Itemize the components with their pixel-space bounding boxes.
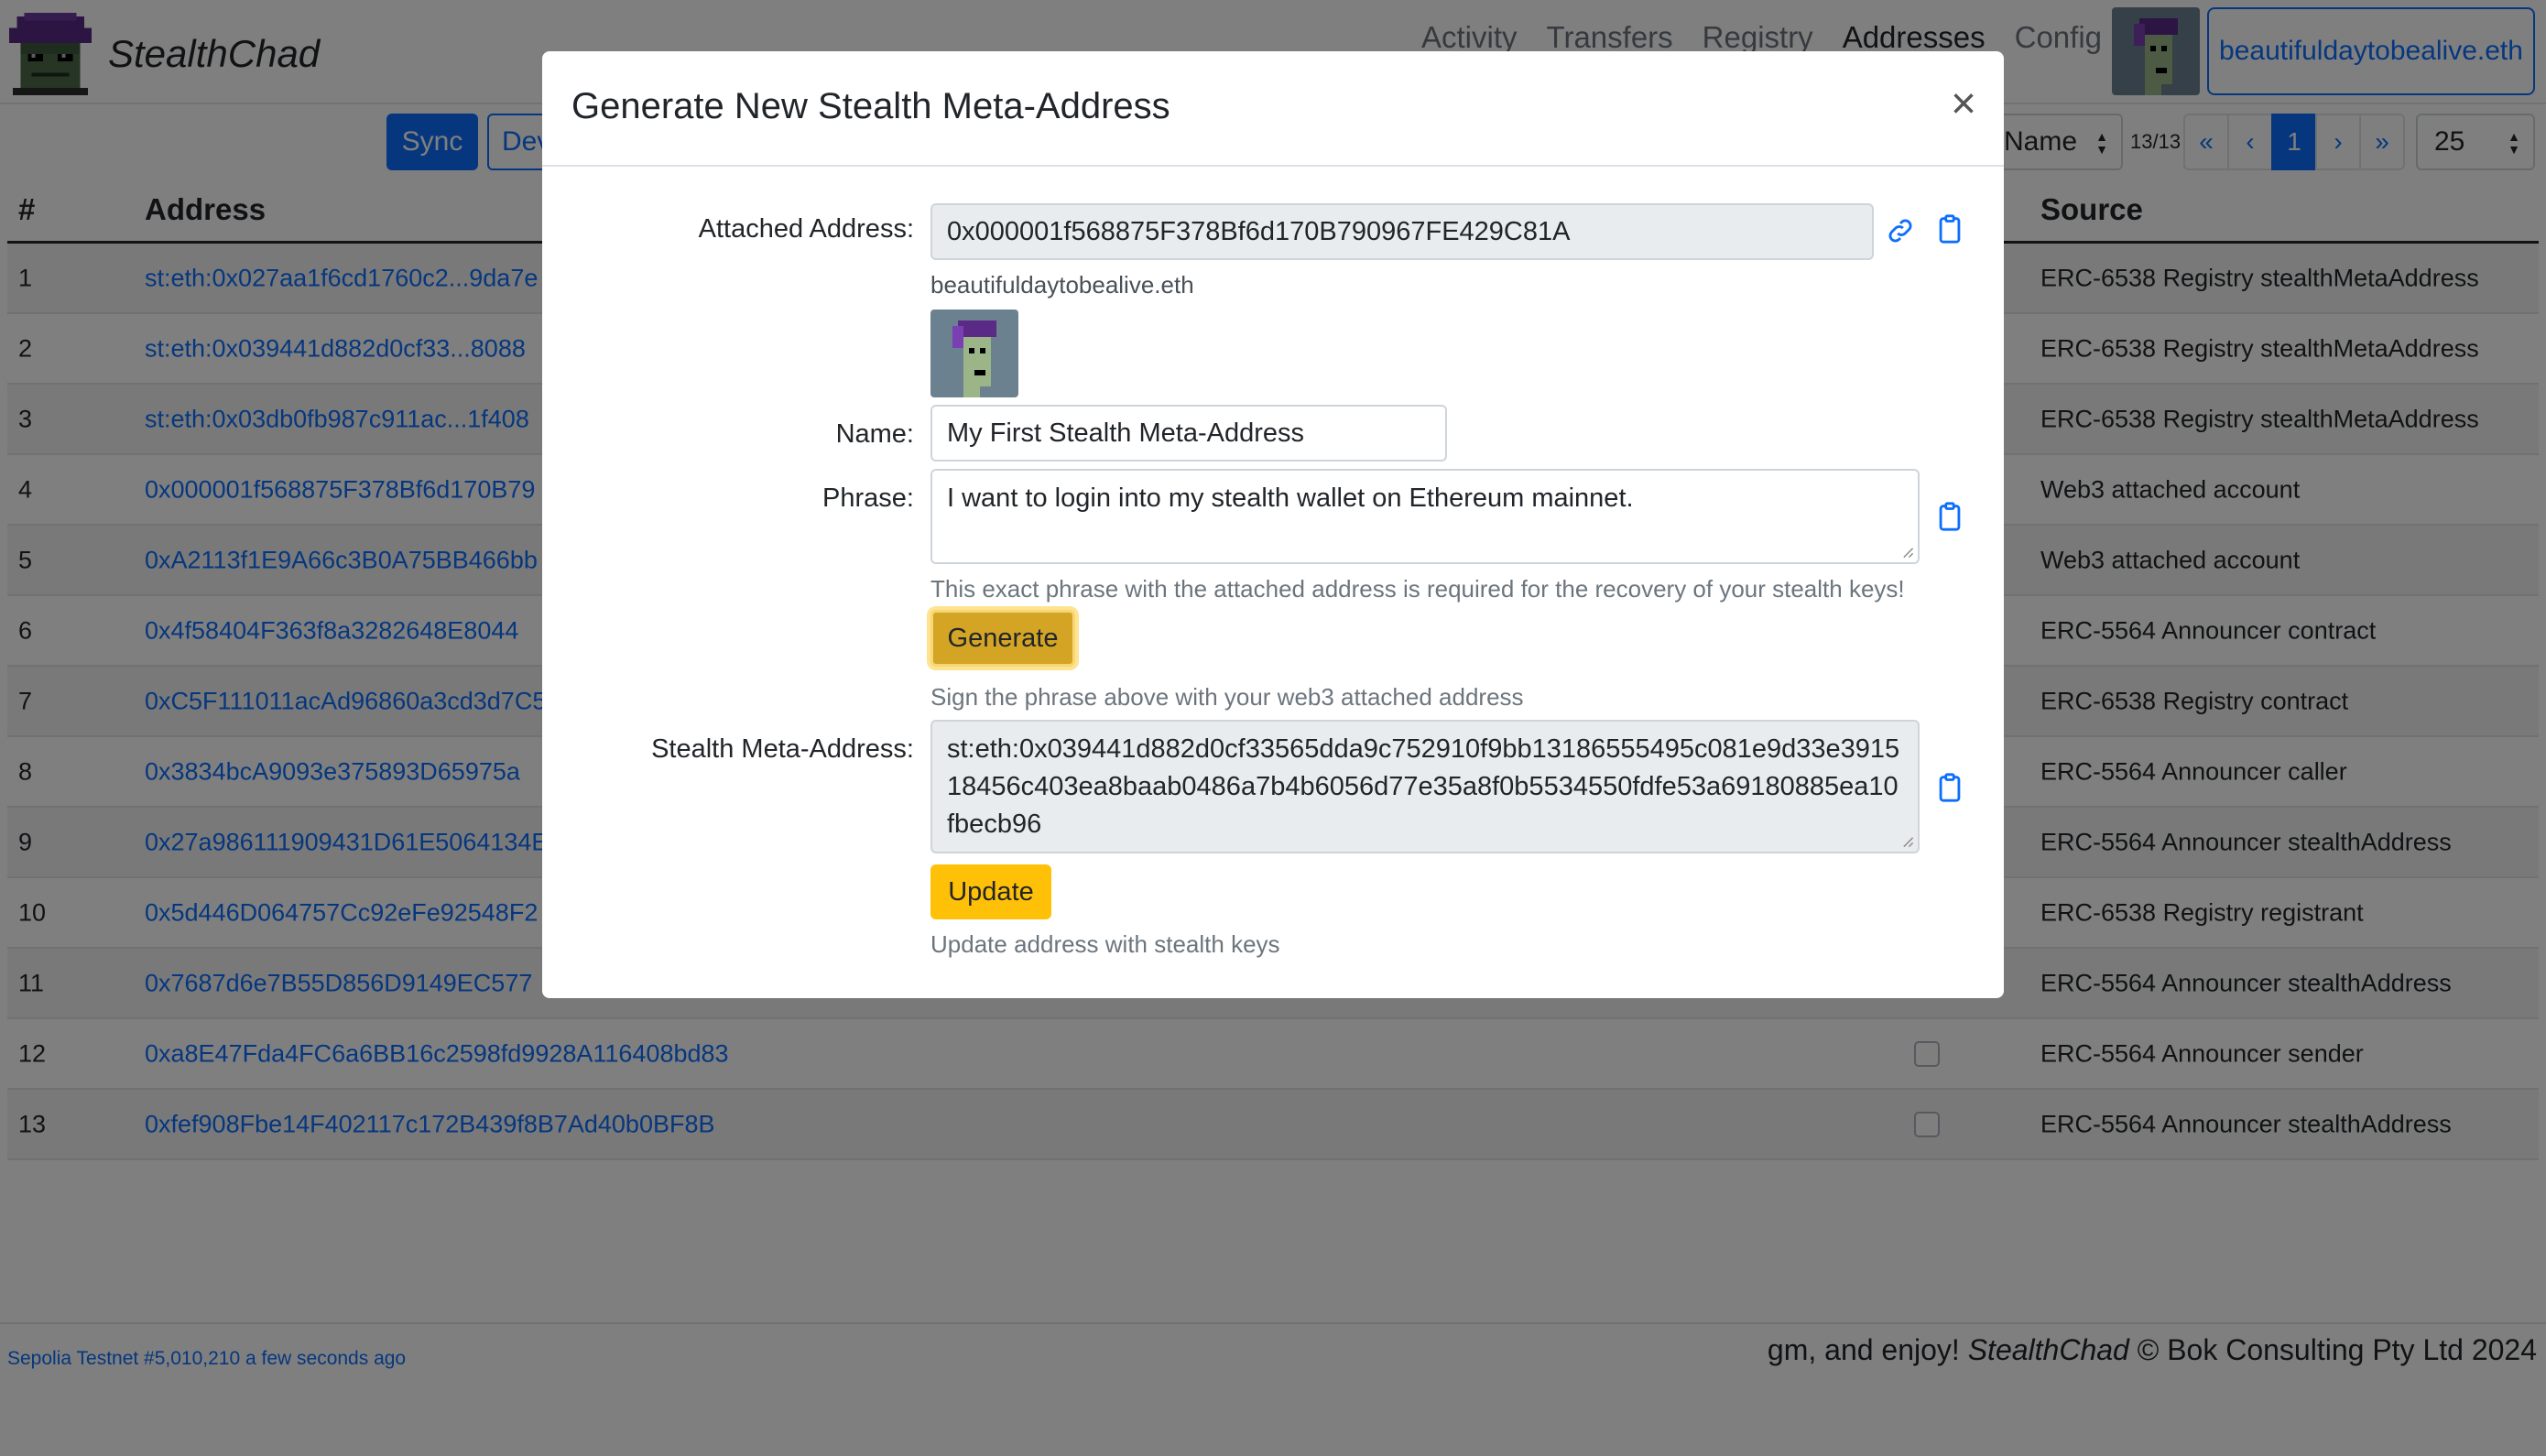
phrase-value: I want to login into my stealth wallet o… (947, 484, 1634, 513)
resize-grip-icon[interactable] (1901, 835, 1914, 848)
attached-address-label: Attached Address: (698, 214, 914, 244)
resize-grip-icon[interactable] (1901, 546, 1914, 559)
attached-ens-name: beautifuldaytobealive.eth (930, 271, 1194, 299)
clipboard-icon[interactable] (1934, 212, 1965, 245)
phrase-textarea[interactable]: I want to login into my stealth wallet o… (930, 469, 1920, 564)
update-button[interactable]: Update (930, 864, 1051, 919)
name-input[interactable]: My First Stealth Meta-Address (930, 405, 1447, 462)
clipboard-icon[interactable] (1934, 771, 1965, 804)
generate-help-text: Sign the phrase above with your web3 att… (930, 683, 1524, 711)
phrase-label: Phrase: (822, 484, 914, 513)
modal-header: Generate New Stealth Meta-Address × (542, 51, 2004, 167)
stealth-meta-address-label: Stealth Meta-Address: (651, 734, 914, 764)
attached-avatar (930, 310, 1018, 397)
attached-address-field[interactable]: 0x000001f568875F378Bf6d170B790967FE429C8… (930, 203, 1874, 260)
phrase-help-text: This exact phrase with the attached addr… (930, 575, 1905, 603)
modal-title: Generate New Stealth Meta-Address (571, 86, 1170, 126)
stealth-meta-address-textarea[interactable]: st:eth:0x039441d882d0cf33565dda9c752910f… (930, 720, 1920, 853)
stealth-meta-address-value: st:eth:0x039441d882d0cf33565dda9c752910f… (947, 734, 1900, 839)
close-icon: × (1950, 80, 1976, 128)
generate-button[interactable]: Generate (930, 610, 1075, 667)
generate-modal: Generate New Stealth Meta-Address × Atta… (542, 51, 2004, 998)
punk-avatar-icon (952, 321, 996, 397)
clipboard-icon[interactable] (1934, 500, 1965, 533)
update-help-text: Update address with stealth keys (930, 930, 1280, 958)
link-icon[interactable] (1885, 214, 1916, 247)
name-label: Name: (835, 419, 914, 449)
close-button[interactable]: × (1951, 82, 1976, 126)
